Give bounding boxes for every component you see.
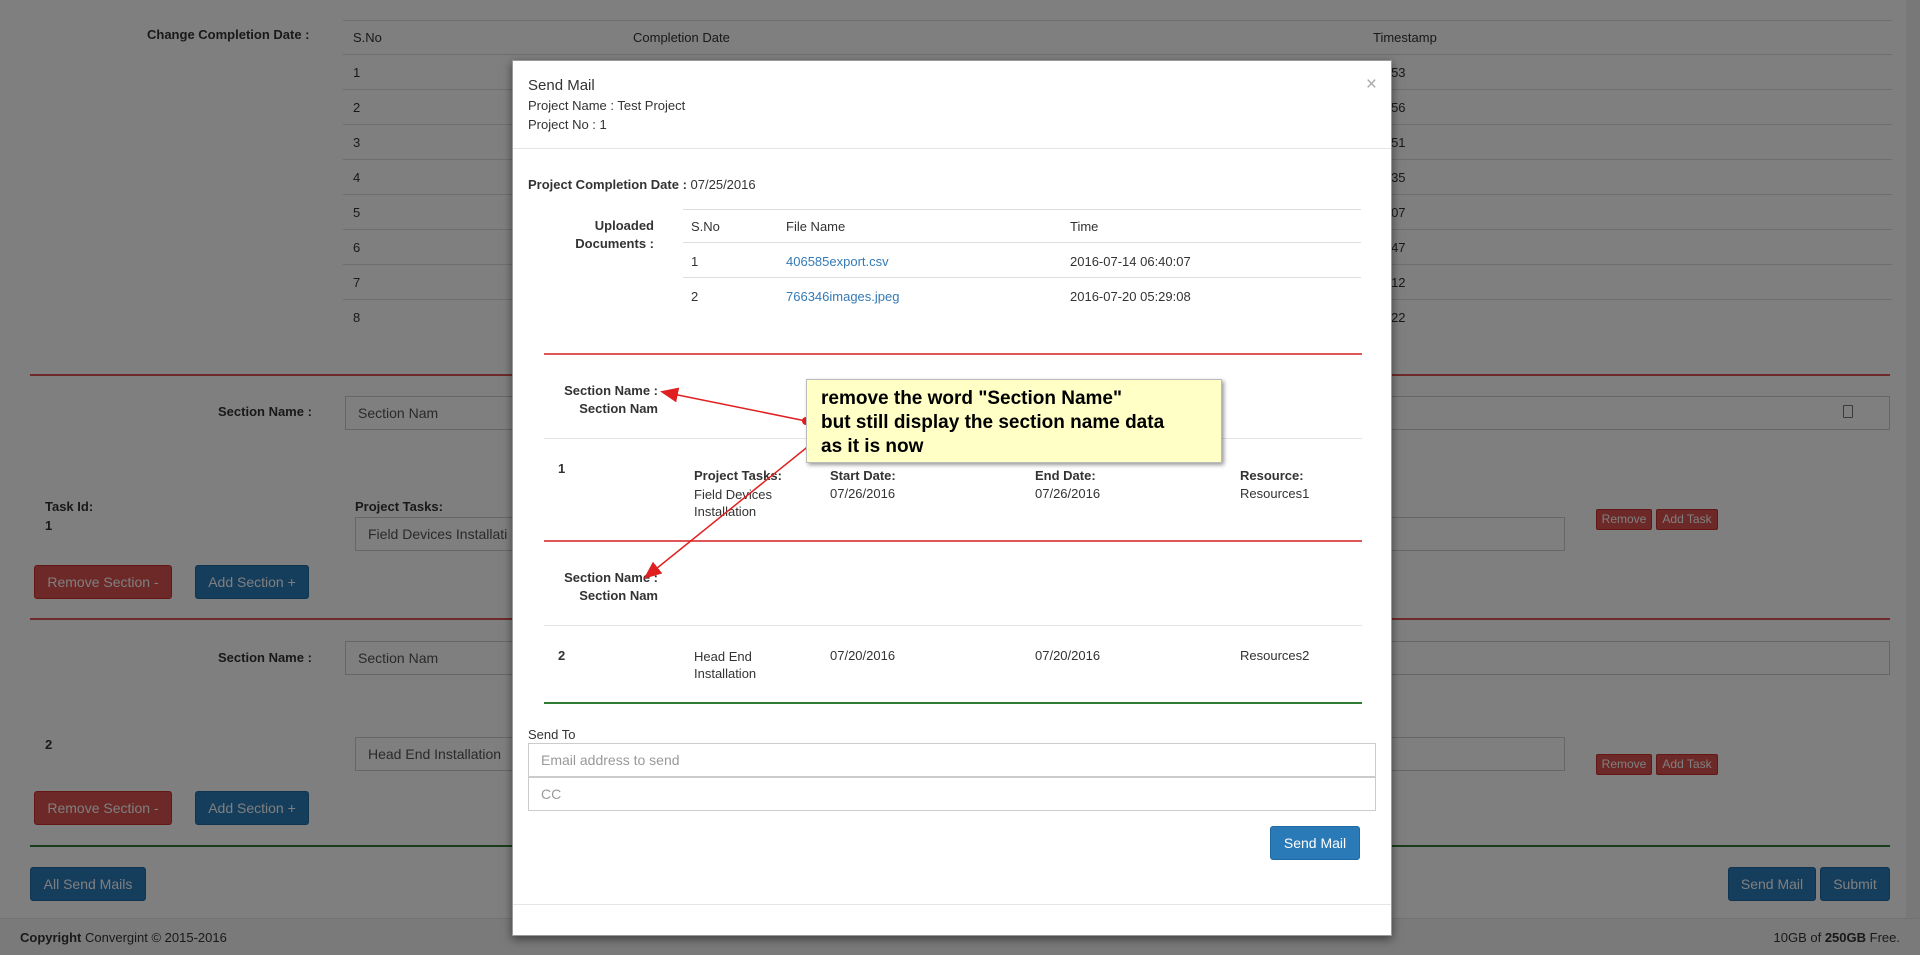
callout-line: remove the word "Section Name" (821, 388, 1122, 409)
annotation-callout: remove the word "Section Name" but still… (806, 379, 1222, 463)
annotation-arrows (643, 387, 830, 579)
callout-line: but still display the section name data (821, 412, 1165, 433)
callout-line: as it is now (821, 436, 924, 457)
arrow-line-1 (660, 387, 807, 422)
arrow-line-2 (643, 431, 827, 579)
